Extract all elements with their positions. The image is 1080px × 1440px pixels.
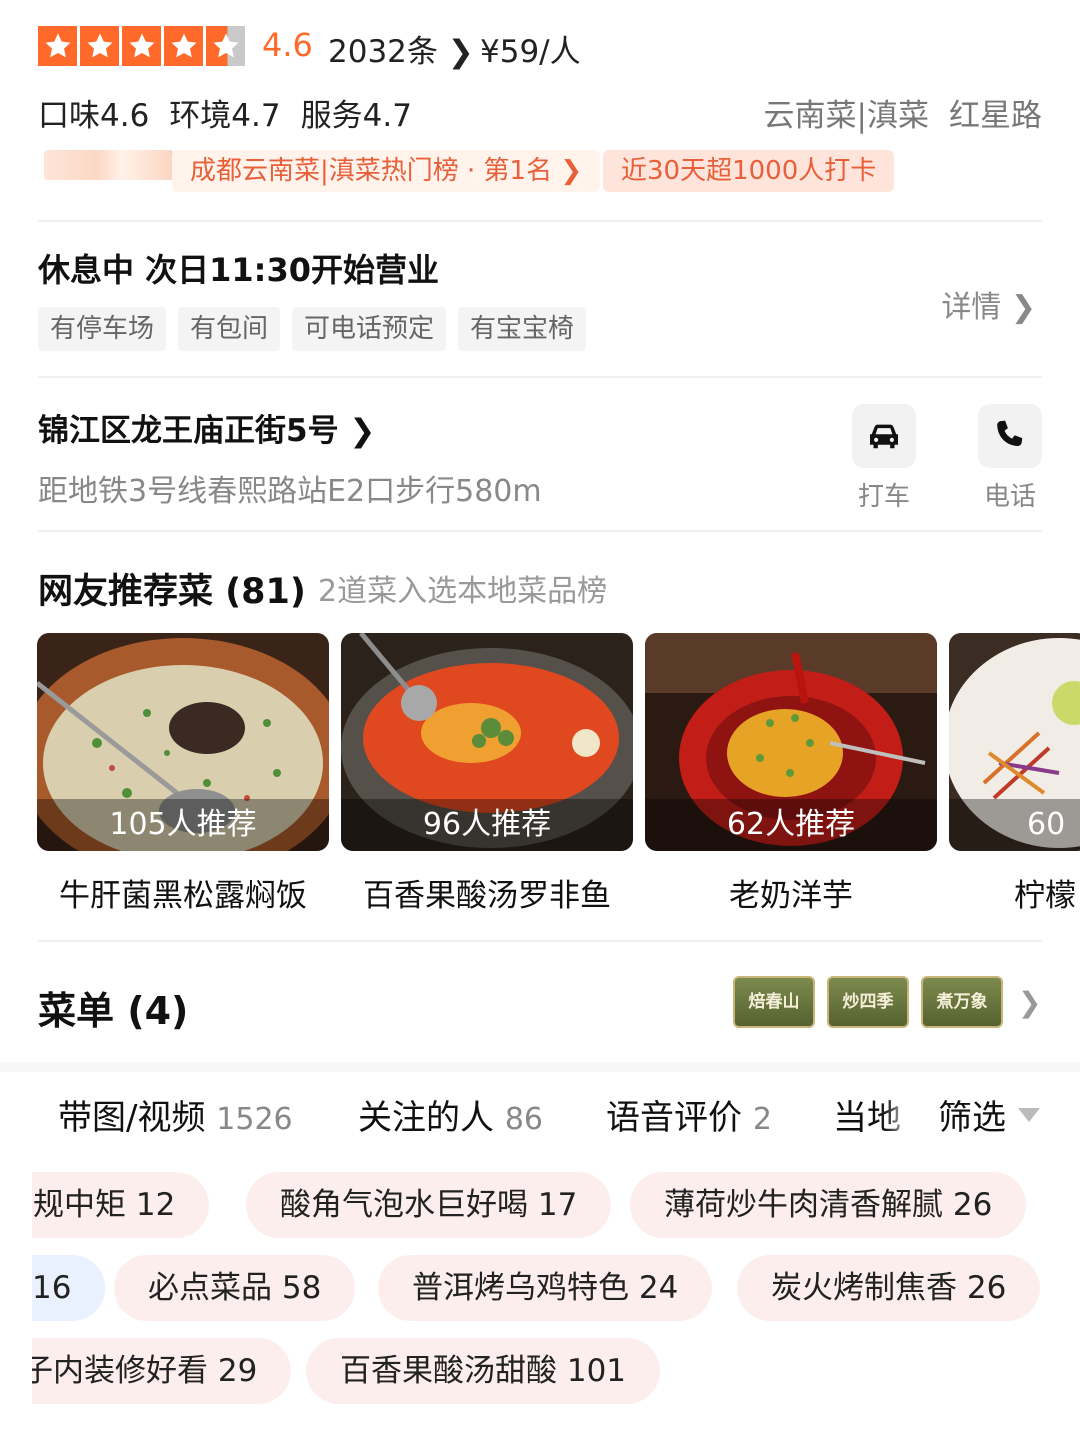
recommend-count: 105人推荐 bbox=[37, 799, 329, 851]
tab-photo-video[interactable]: 带图/视频 1526 bbox=[58, 1090, 293, 1139]
tab-following[interactable]: 关注的人 86 bbox=[358, 1090, 543, 1139]
star-icon bbox=[164, 26, 203, 66]
ranking-tag[interactable]: 成都云南菜|滇菜热门榜 · 第1名 ❯ bbox=[172, 150, 601, 192]
dishes-subheading: 2道菜入选本地菜品榜 bbox=[318, 574, 608, 609]
phone-button[interactable] bbox=[978, 404, 1042, 468]
keyword-chip[interactable]: 百香果酸汤甜酸 101 bbox=[306, 1338, 661, 1404]
review-count-link[interactable]: 2032条 ❯ bbox=[328, 26, 474, 71]
keyword-chip[interactable]: 16 bbox=[32, 1255, 106, 1321]
service-score: 服务4.7 bbox=[300, 98, 412, 134]
phone-icon bbox=[997, 420, 1023, 446]
facility-tag: 有宝宝椅 bbox=[458, 307, 587, 351]
dish-name: 百香果酸汤罗非鱼 bbox=[363, 878, 611, 914]
dish-name: 老奶洋芋 bbox=[729, 878, 853, 914]
chevron-right-icon: ❯ bbox=[1010, 290, 1036, 325]
keyword-chips: 中规中矩 12 酸角气泡水巨好喝 17 薄荷炒牛肉清香解腻 26 16 必点菜品… bbox=[32, 1160, 1080, 1420]
chevron-right-icon: ❯ bbox=[560, 156, 583, 186]
business-status: 休息中 次日11:30开始营业 bbox=[38, 251, 440, 289]
keyword-chip[interactable]: 普洱烤乌鸡特色 24 bbox=[378, 1255, 713, 1321]
metro-distance: 距地铁3号线春熙路站E2口步行580m bbox=[38, 474, 542, 509]
divider bbox=[38, 376, 1042, 378]
menu-thumbnail[interactable]: 焙春山 bbox=[733, 976, 815, 1028]
review-count: 2032条 bbox=[328, 34, 438, 70]
avg-price: ¥59/人 bbox=[480, 34, 581, 70]
blurred-badge bbox=[44, 150, 174, 180]
cuisine-area: 云南菜|滇菜 红星路 bbox=[764, 90, 1042, 135]
rating-score: 4.6 bbox=[262, 26, 313, 64]
divider bbox=[38, 220, 1042, 222]
keyword-chip[interactable]: 酸角气泡水巨好喝 17 bbox=[246, 1172, 612, 1238]
checkin-tag: 近30天超1000人打卡 bbox=[603, 150, 895, 192]
star-icon bbox=[122, 26, 161, 66]
sub-scores: 口味4.6 环境4.7 服务4.7 bbox=[38, 90, 412, 135]
dish-card[interactable]: 96人推荐 bbox=[341, 633, 633, 851]
divider bbox=[38, 530, 1042, 532]
keyword-chip[interactable]: 子内装修好看 29 bbox=[32, 1338, 292, 1404]
filter-button[interactable]: 筛选 bbox=[914, 1090, 1040, 1139]
dish-name: 柠檬 bbox=[1014, 878, 1076, 914]
shop-info-card: 4.6 2032条 ❯ ¥59/人 口味4.6 环境4.7 服务4.7 云南菜|… bbox=[0, 0, 1080, 1062]
facility-tag: 有停车场 bbox=[38, 307, 167, 351]
menu-heading: 菜单 (4) bbox=[38, 989, 189, 1033]
dish-name: 牛肝菌黑松露焖饭 bbox=[59, 878, 307, 914]
recommend-count: 96人推荐 bbox=[341, 799, 633, 851]
chevron-right-icon[interactable]: ❯ bbox=[1018, 986, 1041, 1019]
dish-card[interactable]: 105人推荐 bbox=[37, 633, 329, 851]
environment-score: 环境4.7 bbox=[169, 98, 281, 134]
chevron-right-icon: ❯ bbox=[349, 413, 376, 449]
taste-score: 口味4.6 bbox=[38, 98, 150, 134]
keyword-chip[interactable]: 炭火烤制焦香 26 bbox=[737, 1255, 1041, 1321]
tab-voice-review[interactable]: 语音评价 2 bbox=[606, 1090, 772, 1139]
facility-tag: 有包间 bbox=[178, 307, 281, 351]
star-icon bbox=[80, 26, 119, 66]
dishes-heading: 网友推荐菜 (81) bbox=[38, 572, 306, 612]
phone-label: 电话 bbox=[984, 482, 1037, 512]
taxi-button[interactable] bbox=[852, 404, 916, 468]
half-star-icon bbox=[206, 26, 245, 66]
review-tabs: 带图/视频 1526 关注的人 86 语音评价 2 当地 筛选 bbox=[0, 1090, 1080, 1150]
tab-local[interactable]: 当地 bbox=[833, 1090, 901, 1139]
star-icon bbox=[38, 26, 77, 66]
address-link[interactable]: 锦江区龙王庙正街5号 ❯ bbox=[38, 405, 375, 450]
dish-card[interactable]: 60人推荐 bbox=[949, 633, 1080, 851]
area-name: 红星路 bbox=[949, 98, 1042, 134]
details-link[interactable]: 详情 ❯ bbox=[941, 282, 1036, 326]
facility-tags: 有停车场 有包间 可电话预定 有宝宝椅 bbox=[38, 307, 587, 351]
recommend-count: 60人推荐 bbox=[949, 799, 1080, 851]
keyword-chip[interactable]: 中规中矩 12 bbox=[32, 1172, 210, 1238]
taxi-label: 打车 bbox=[858, 482, 911, 512]
rating-stars bbox=[38, 26, 245, 66]
chevron-right-icon: ❯ bbox=[447, 34, 474, 70]
recommend-count: 62人推荐 bbox=[645, 799, 937, 851]
facility-tag: 可电话预定 bbox=[292, 307, 447, 351]
cuisine-type: 云南菜|滇菜 bbox=[763, 98, 929, 134]
divider bbox=[38, 940, 1042, 942]
caret-down-icon bbox=[1018, 1107, 1040, 1122]
menu-thumbnail[interactable]: 炒四季 bbox=[827, 976, 909, 1028]
menu-thumbnail[interactable]: 煮万象 bbox=[921, 976, 1003, 1028]
car-icon bbox=[870, 424, 898, 449]
keyword-chip[interactable]: 薄荷炒牛肉清香解腻 26 bbox=[630, 1172, 1027, 1238]
dish-card[interactable]: 62人推荐 bbox=[645, 633, 937, 851]
keyword-chip[interactable]: 必点菜品 58 bbox=[114, 1255, 356, 1321]
